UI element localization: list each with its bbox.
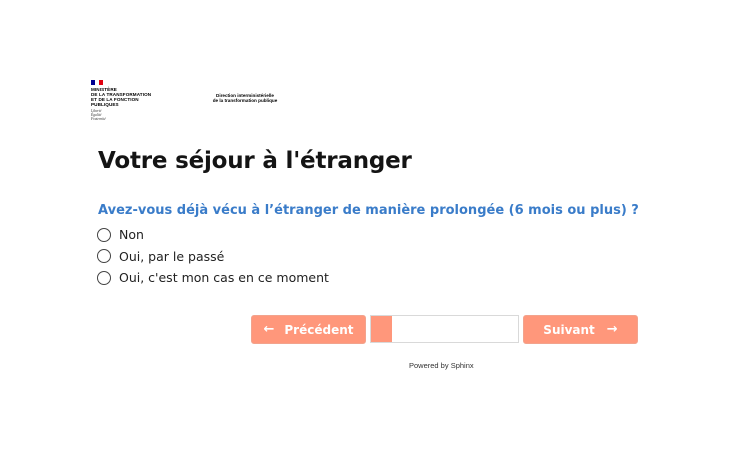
radio-button[interactable]: [97, 227, 111, 242]
ditp-logo: Direction interministérielle de la trans…: [212, 93, 278, 103]
arrow-left-icon: ←: [263, 322, 275, 337]
arrow-right-icon: →: [606, 322, 618, 337]
radio-option-oui-passe[interactable]: Oui, par le passé: [97, 246, 329, 268]
next-button-label: Suivant: [543, 322, 595, 337]
radio-option-label: Oui, par le passé: [119, 248, 225, 264]
powered-by: Powered by Sphinx: [409, 361, 474, 370]
radio-option-non[interactable]: Non: [97, 224, 329, 246]
radio-group: Non Oui, par le passé Oui, c'est mon cas…: [97, 224, 329, 289]
next-button[interactable]: Suivant →: [523, 315, 638, 344]
question-text: Avez-vous déjà vécu à l’étranger de mani…: [98, 203, 639, 218]
devise: Liberté Égalité Fraternité: [91, 109, 106, 121]
page-title: Votre séjour à l'étranger: [98, 148, 412, 174]
ministere-logo: Ministère de la transformation et de la …: [91, 80, 171, 121]
ministere-name: Ministère de la transformation et de la …: [91, 87, 152, 107]
previous-button[interactable]: ← Précédent: [251, 315, 366, 344]
progress-bar: [370, 315, 519, 343]
marianne-flag-icon: [91, 80, 103, 85]
progress-fill: [371, 316, 392, 342]
previous-button-label: Précédent: [284, 322, 354, 337]
radio-button[interactable]: [97, 249, 111, 264]
radio-option-label: Non: [119, 227, 144, 243]
radio-button[interactable]: [97, 270, 111, 285]
radio-option-oui-moment[interactable]: Oui, c'est mon cas en ce moment: [97, 267, 329, 289]
radio-option-label: Oui, c'est mon cas en ce moment: [119, 270, 329, 286]
